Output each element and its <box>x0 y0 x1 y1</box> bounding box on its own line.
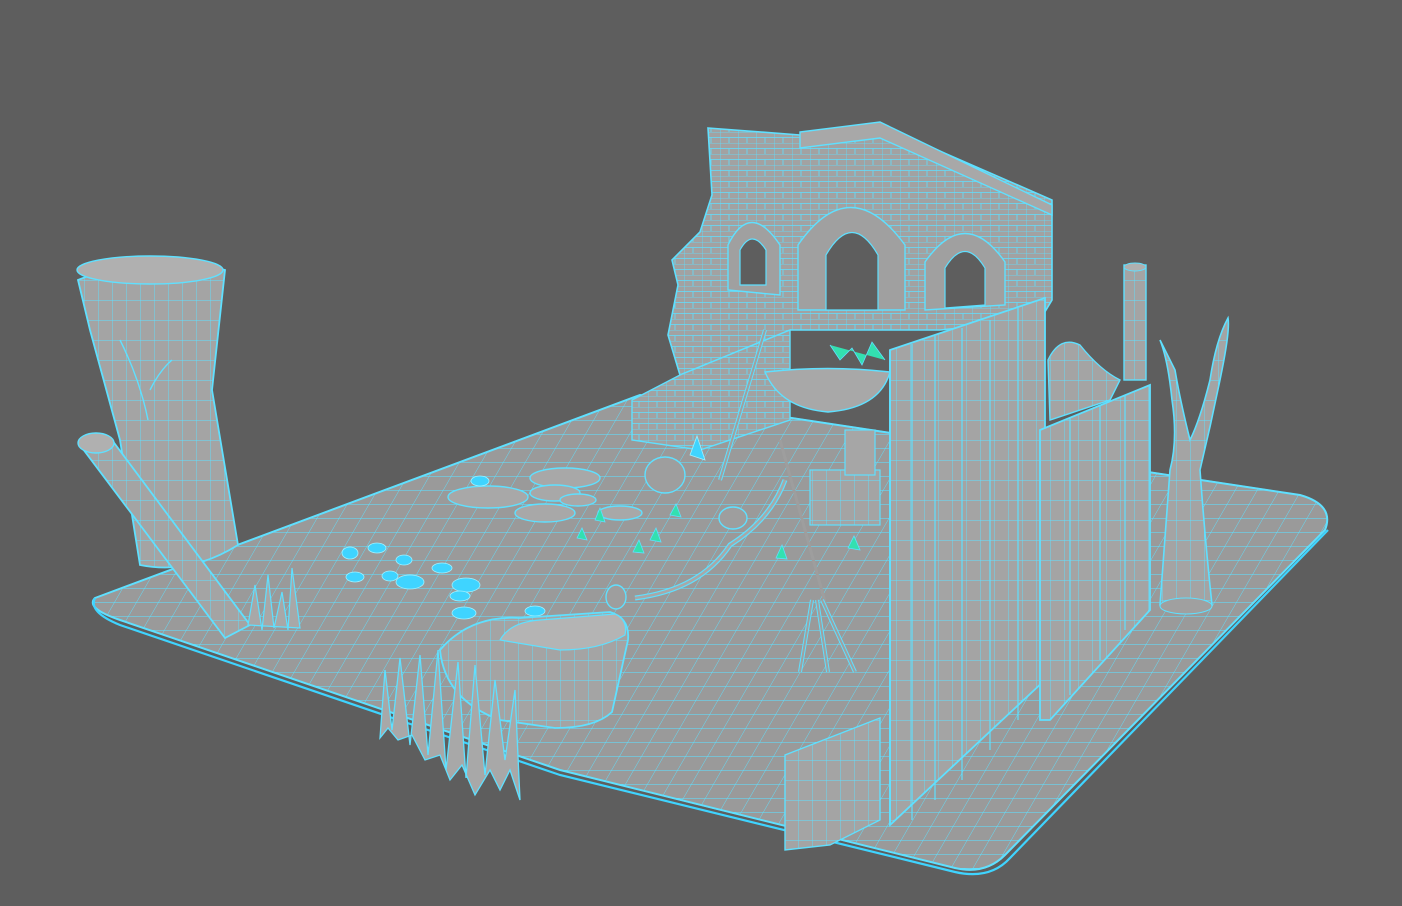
chimney-pole[interactable] <box>1123 262 1147 381</box>
3d-viewport[interactable] <box>0 0 1402 906</box>
scene-canvas[interactable] <box>0 0 1402 906</box>
